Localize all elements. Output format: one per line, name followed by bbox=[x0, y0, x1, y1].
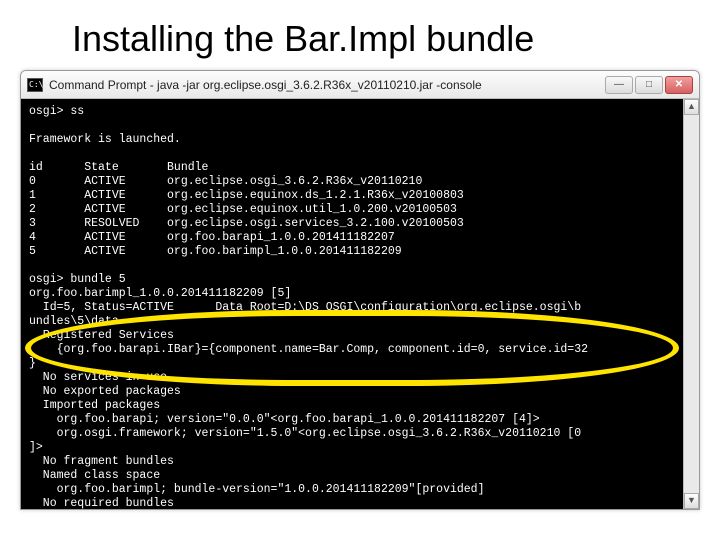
scroll-up-button[interactable]: ▲ bbox=[684, 99, 699, 115]
close-button[interactable]: ✕ bbox=[665, 76, 693, 94]
minimize-button[interactable]: — bbox=[605, 76, 633, 94]
console-output[interactable]: osgi> ss Framework is launched. id State… bbox=[21, 99, 683, 509]
scrollbar[interactable]: ▲ ▼ bbox=[683, 99, 699, 509]
window-titlebar[interactable]: Command Prompt - java -jar org.eclipse.o… bbox=[21, 71, 699, 99]
command-prompt-window: Command Prompt - java -jar org.eclipse.o… bbox=[20, 70, 700, 510]
slide-title: Installing the Bar.Impl bundle bbox=[0, 0, 720, 70]
console-area: osgi> ss Framework is launched. id State… bbox=[21, 99, 699, 509]
window-controls: — □ ✕ bbox=[605, 76, 693, 94]
maximize-button[interactable]: □ bbox=[635, 76, 663, 94]
cmd-icon bbox=[27, 78, 43, 92]
window-title: Command Prompt - java -jar org.eclipse.o… bbox=[49, 78, 599, 92]
scroll-down-button[interactable]: ▼ bbox=[684, 493, 699, 509]
